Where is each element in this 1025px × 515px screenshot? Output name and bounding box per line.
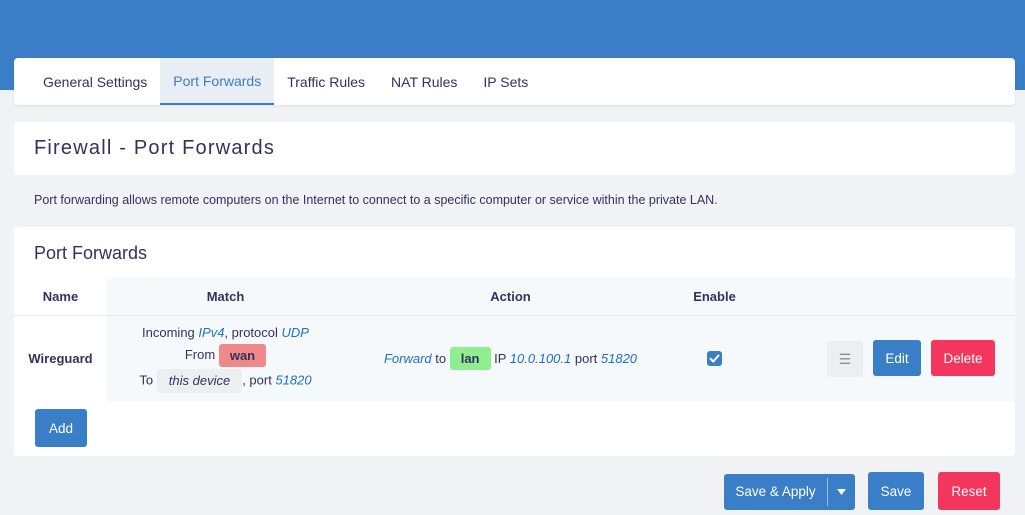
rule-name: Wireguard (14, 316, 107, 401)
action-to-label: to (431, 351, 450, 366)
tab-ip-sets[interactable]: IP Sets (470, 58, 541, 105)
save-apply-button[interactable]: Save & Apply (724, 474, 827, 510)
match-to-label: To (139, 372, 154, 388)
zone-badge-lan: lan (449, 347, 491, 370)
save-apply-button-group: Save & Apply (724, 474, 855, 510)
caret-down-icon (837, 489, 846, 495)
match-protocol: UDP (281, 325, 309, 340)
tab-general-settings[interactable]: General Settings (30, 58, 160, 105)
column-header-enable: Enable (693, 289, 736, 304)
column-header-match: Match (206, 289, 245, 304)
tab-traffic-rules[interactable]: Traffic Rules (274, 58, 378, 105)
port-forwards-section: Port Forwards Name Match Action Enable W… (14, 227, 1015, 456)
zone-badge-wan: wan (218, 344, 267, 367)
table-row: Wireguard Incoming IPv4, protocol UDP Fr… (14, 316, 1015, 401)
column-header-name: Name (14, 278, 107, 315)
drag-handle[interactable]: ☰ (827, 341, 863, 377)
section-title: Port Forwards (34, 243, 148, 263)
tab-nat-rules[interactable]: NAT Rules (378, 58, 470, 105)
device-badge: this device (156, 369, 243, 393)
match-from-label: From (184, 346, 216, 362)
rule-action: Forward to lan IP 10.0.100.1 port 51820 (344, 316, 677, 401)
action-verb: Forward (383, 351, 432, 366)
action-ip: 10.0.100.1 (509, 351, 572, 366)
table-header: Name Match Action Enable (14, 278, 1015, 316)
edit-button[interactable]: Edit (873, 340, 921, 376)
match-port: 51820 (275, 372, 312, 388)
save-apply-dropdown-toggle[interactable] (828, 474, 855, 510)
tab-port-forwards[interactable]: Port Forwards (160, 58, 275, 105)
match-family: IPv4 (198, 325, 225, 340)
enable-checkbox[interactable] (707, 351, 722, 366)
match-from-line: From wan (107, 344, 344, 367)
menu-lines-icon: ☰ (838, 350, 852, 367)
add-button[interactable]: Add (35, 409, 87, 447)
delete-button[interactable]: Delete (931, 340, 995, 376)
match-protocol-label: , protocol (224, 325, 282, 340)
page-description: Port forwarding allows remote computers … (34, 193, 718, 207)
match-to-line: To this device, port 51820 (107, 369, 344, 393)
action-port: 51820 (600, 351, 638, 366)
match-incoming-label: Incoming (142, 325, 199, 340)
action-ip-label: IP (490, 351, 510, 366)
match-incoming-line: Incoming IPv4, protocol UDP (107, 325, 344, 340)
rule-match: Incoming IPv4, protocol UDP From wan To … (107, 316, 344, 401)
page-title-card: Firewall - Port Forwards (14, 122, 1015, 175)
tab-bar: General Settings Port Forwards Traffic R… (14, 58, 1015, 105)
save-button[interactable]: Save (868, 472, 924, 510)
rule-enable (677, 316, 752, 401)
page-title: Firewall - Port Forwards (34, 137, 276, 159)
checkmark-icon (709, 354, 720, 363)
reset-button[interactable]: Reset (938, 472, 1000, 510)
match-port-label: , port (242, 372, 276, 388)
column-header-action: Action (490, 289, 531, 304)
action-port-label: port (571, 351, 601, 366)
